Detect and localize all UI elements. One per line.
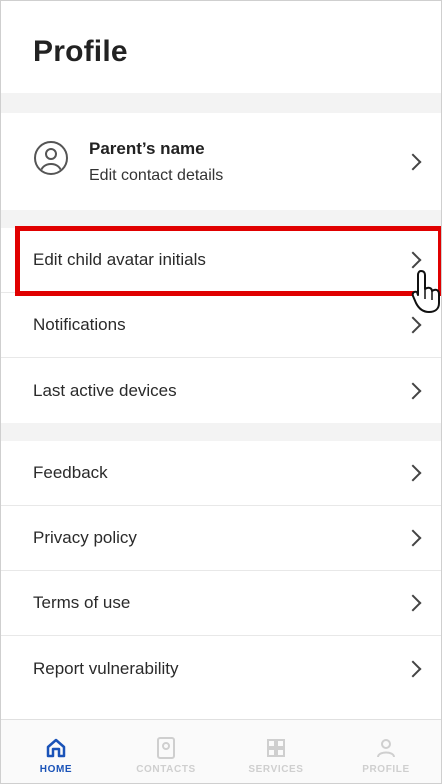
chevron-right-icon (404, 529, 422, 547)
user-avatar-icon (34, 141, 68, 175)
tab-label: HOME (39, 764, 73, 775)
parent-profile-row[interactable]: Parent’s name Edit contact details (1, 113, 441, 210)
avatar-shoulders (40, 163, 62, 173)
tab-label: CONTACTS (136, 764, 196, 775)
row-label: Edit child avatar initials (33, 250, 206, 269)
header: Profile (1, 1, 441, 93)
section-divider (1, 93, 441, 113)
avatar-head (45, 148, 57, 160)
terms-of-use-row[interactable]: Terms of use (1, 571, 441, 636)
feedback-row[interactable]: Feedback (1, 441, 441, 506)
chevron-right-icon (404, 251, 422, 269)
section-divider (1, 423, 441, 441)
row-label: Report vulnerability (33, 658, 179, 678)
privacy-policy-row[interactable]: Privacy policy (1, 506, 441, 571)
notifications-row[interactable]: Notifications (1, 293, 441, 358)
chevron-right-icon (404, 660, 422, 677)
row-label: Last active devices (33, 380, 177, 400)
row-label: Feedback (33, 463, 108, 482)
row-label: Notifications (33, 315, 126, 334)
home-icon (45, 734, 67, 762)
row-label: Terms of use (33, 593, 131, 612)
report-vulnerability-row[interactable]: Report vulnerability (1, 636, 441, 701)
chevron-right-icon (404, 382, 422, 399)
tab-contacts[interactable]: CONTACTS (111, 720, 221, 783)
bottom-tab-bar: HOME CONTACTS SERVICES PROFILE (1, 719, 441, 783)
tab-profile[interactable]: PROFILE (331, 720, 441, 783)
profile-screen: Profile Parent’s name Edit contact detai… (0, 0, 442, 784)
chevron-right-icon (404, 464, 422, 482)
chevron-right-icon (404, 316, 422, 334)
hand-pointer-icon (411, 270, 440, 313)
chevron-right-icon (404, 594, 422, 612)
chevron-right-icon (404, 153, 422, 170)
section-divider (1, 210, 441, 228)
tab-home[interactable]: HOME (1, 720, 111, 783)
parent-name: Parent’s name (89, 139, 205, 158)
page-title: Profile (33, 35, 128, 68)
profile-icon (375, 734, 397, 762)
edit-contact-details-label: Edit contact details (89, 167, 224, 184)
contacts-icon (155, 734, 177, 762)
tab-label: SERVICES (248, 764, 304, 775)
edit-child-avatar-initials-row[interactable]: Edit child avatar initials (1, 228, 441, 293)
tab-label: PROFILE (362, 764, 410, 775)
row-label: Privacy policy (33, 528, 137, 547)
services-icon (265, 734, 287, 762)
last-active-devices-row[interactable]: Last active devices (1, 358, 441, 423)
tab-services[interactable]: SERVICES (221, 720, 331, 783)
